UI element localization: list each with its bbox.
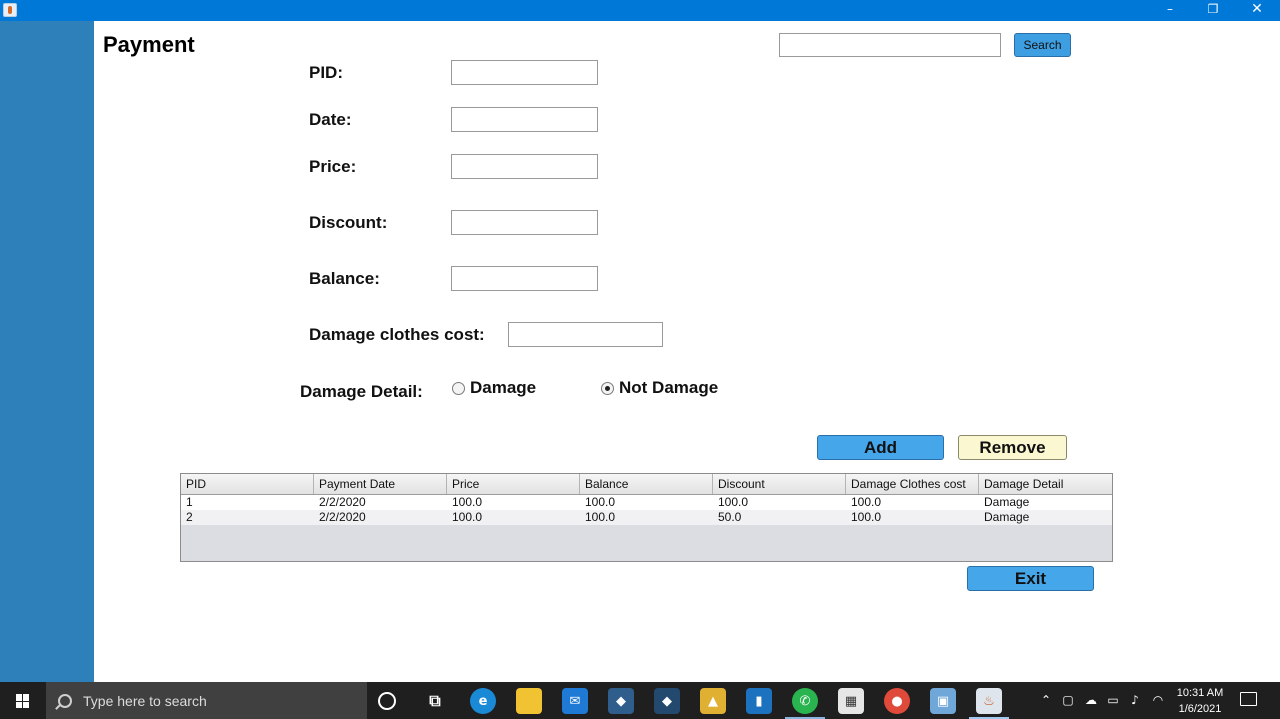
table-cell: 2/2/2020 (319, 510, 366, 524)
search-button[interactable]: Search (1014, 33, 1071, 57)
file-explorer-icon[interactable] (516, 688, 542, 714)
taskbar-search-box[interactable]: Type here to search (46, 682, 367, 719)
chevron-up-icon[interactable]: ⌃ (1038, 693, 1054, 707)
trello-icon[interactable]: ▮ (746, 688, 772, 714)
column-header[interactable]: Balance (580, 474, 713, 494)
table-row[interactable]: 1 2/2/2020 100.0 100.0 100.0 100.0 Damage (181, 495, 1112, 510)
taskbar-search-placeholder: Type here to search (83, 692, 207, 709)
window-titlebar: – ❐ ✕ (0, 0, 1280, 21)
java-icon[interactable]: ♨ (976, 688, 1002, 714)
minimize-button[interactable]: – (1148, 0, 1192, 21)
clock-time: 10:31 AM (1176, 687, 1224, 699)
taskbar: Type here to search ⧉ e ✉ ◆ ◆ ▲ ▮ ✆ ▦ ● … (0, 682, 1280, 719)
cortana-icon[interactable] (378, 692, 396, 710)
table-cell: 100.0 (452, 495, 483, 509)
column-header[interactable]: PID (181, 474, 314, 494)
windows-icon (16, 694, 30, 708)
notification-icon[interactable] (1240, 692, 1257, 706)
table-row[interactable]: 2 2/2/2020 100.0 100.0 50.0 100.0 Damage (181, 510, 1112, 525)
volume-icon[interactable]: ♪ (1127, 693, 1143, 707)
radio-checked-icon (601, 381, 614, 395)
table-cell: 1 (186, 495, 193, 509)
visual-studio-icon[interactable]: ◆ (654, 688, 680, 714)
damage-cost-field[interactable] (508, 322, 663, 347)
page-title: Payment (103, 32, 195, 57)
mysql-workbench-icon[interactable]: ◆ (608, 688, 634, 714)
wifi-icon[interactable]: ◠ (1150, 693, 1166, 707)
table-cell: 100.0 (851, 510, 882, 524)
battery-icon[interactable]: ▭ (1105, 693, 1121, 707)
java-app-icon (3, 3, 17, 17)
damage-detail-label: Damage Detail: (300, 382, 423, 401)
price-field[interactable] (451, 154, 598, 179)
balance-label: Balance: (309, 269, 380, 288)
column-header[interactable]: Damage Clothes cost (846, 474, 979, 494)
table-cell: 2 (186, 510, 193, 524)
pid-label: PID: (309, 63, 343, 82)
search-icon (58, 693, 72, 708)
add-button[interactable]: Add (817, 435, 944, 460)
virtualbox-icon[interactable]: ▣ (930, 688, 956, 714)
balance-field[interactable] (451, 266, 598, 291)
cloud-icon[interactable]: ☁ (1083, 693, 1099, 707)
table-cell: 100.0 (585, 495, 616, 509)
payments-table[interactable]: PID Payment Date Price Balance Discount Damag… (180, 473, 1113, 562)
damage-radio-label: Damage (470, 378, 537, 397)
damage-radio[interactable]: Damage (452, 378, 536, 398)
date-label: Date: (309, 110, 352, 129)
content-panel (94, 21, 1280, 682)
column-header[interactable]: Price (447, 474, 580, 494)
table-cell: 100.0 (452, 510, 483, 524)
whatsapp-icon[interactable]: ✆ (792, 688, 818, 714)
column-header[interactable]: Damage Detail (979, 474, 1112, 494)
not-damage-radio[interactable]: Not Damage (601, 378, 718, 398)
table-cell: 100.0 (718, 495, 749, 509)
discount-label: Discount: (309, 213, 388, 232)
python-icon[interactable]: ▲ (700, 688, 726, 714)
table-cell: Damage (984, 510, 1030, 524)
exit-button[interactable]: Exit (967, 566, 1094, 591)
store-icon[interactable]: ▦ (838, 688, 864, 714)
discount-field[interactable] (451, 210, 598, 235)
table-header: PID Payment Date Price Balance Discount Damag… (181, 474, 1112, 495)
search-input[interactable] (779, 33, 1001, 57)
table-cell: Damage (984, 495, 1030, 509)
table-cell: 50.0 (718, 510, 742, 524)
date-field[interactable] (451, 107, 598, 132)
maximize-button[interactable]: ❐ (1191, 0, 1235, 21)
edge-icon[interactable]: e (470, 688, 496, 714)
not-damage-radio-label: Not Damage (619, 378, 719, 397)
mail-icon[interactable]: ✉ (562, 688, 588, 714)
taskbar-clock[interactable]: 10:31 AM 1/6/2021 (1168, 685, 1232, 717)
damage-cost-label: Damage clothes cost: (309, 325, 485, 344)
sidebar-panel (0, 21, 94, 682)
chrome-icon[interactable]: ● (884, 688, 910, 714)
meet-now-icon[interactable]: ▢ (1060, 693, 1076, 707)
column-header[interactable]: Payment Date (314, 474, 447, 494)
price-label: Price: (309, 157, 357, 176)
close-button[interactable]: ✕ (1235, 0, 1279, 21)
pid-field[interactable] (451, 60, 598, 85)
clock-date: 1/6/2021 (1178, 703, 1222, 715)
table-cell: 100.0 (585, 510, 616, 524)
start-button[interactable] (0, 682, 46, 719)
radio-unchecked-icon (452, 381, 465, 395)
column-header[interactable]: Discount (713, 474, 846, 494)
table-cell: 100.0 (851, 495, 882, 509)
remove-button[interactable]: Remove (958, 435, 1067, 460)
task-view-icon[interactable]: ⧉ (422, 688, 448, 714)
table-body: 1 2/2/2020 100.0 100.0 100.0 100.0 Damage 2 2/2/… (181, 495, 1112, 525)
table-cell: 2/2/2020 (319, 495, 366, 509)
